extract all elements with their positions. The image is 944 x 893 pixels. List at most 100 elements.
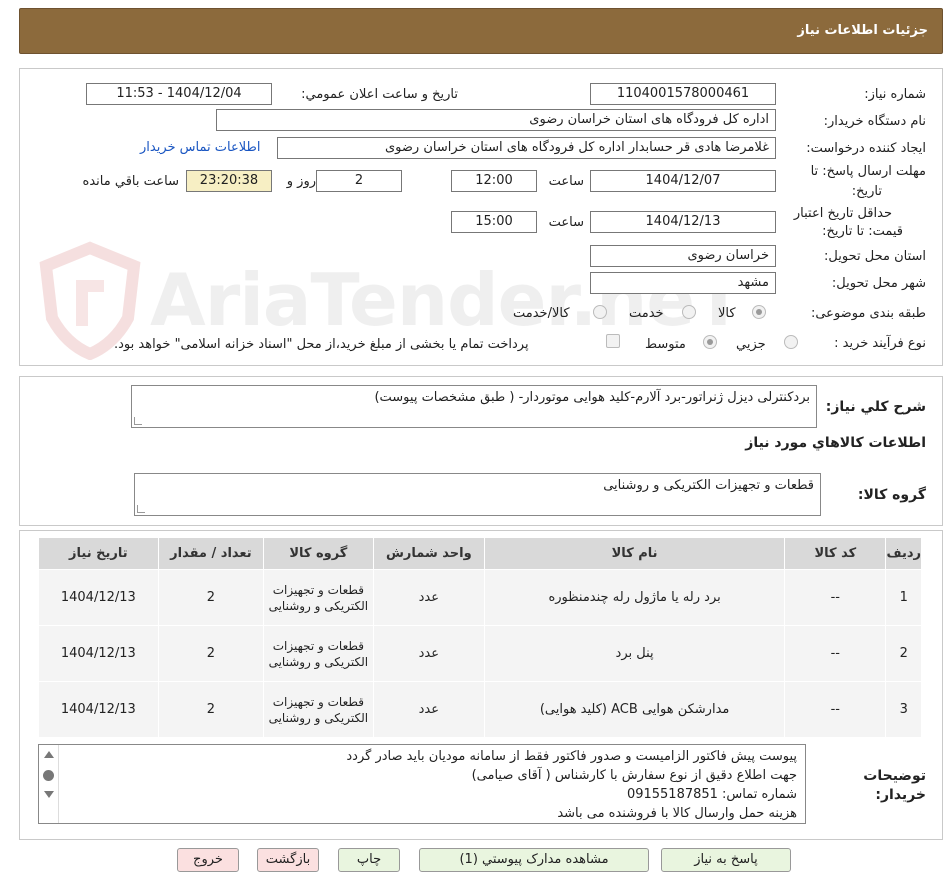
category-radio-goods[interactable] — [752, 305, 766, 319]
notes-label-1: توضیحات — [863, 768, 926, 784]
validity-label-2: قیمت: تا تاریخ: — [822, 224, 903, 239]
scroll-thumb-icon[interactable] — [43, 770, 54, 781]
page-header: جزئیات اطلاعات نیاز — [19, 8, 943, 54]
notes-line: شماره تماس: 09155187851 — [626, 787, 797, 802]
cell-row: 3 — [885, 681, 922, 738]
table-row: 2 -- پنل برد عدد قطعات و تجهیزات الکتریک… — [38, 625, 922, 682]
cell-qty: 2 — [157, 625, 265, 682]
page-title: جزئیات اطلاعات نیاز — [797, 23, 928, 38]
need-number-label: شماره نیاز: — [864, 87, 926, 102]
process-radio-minor[interactable] — [784, 335, 798, 349]
validity-time-label: ساعت — [548, 215, 584, 230]
cell-qty: 2 — [157, 681, 265, 738]
cell-unit: عدد — [372, 625, 486, 682]
deadline-time-label: ساعت — [548, 174, 584, 189]
treasury-payment-checkbox[interactable] — [606, 334, 620, 348]
category-radio-goods-service[interactable] — [593, 305, 607, 319]
cell-code: -- — [784, 569, 887, 626]
cell-date: 1404/12/13 — [38, 681, 159, 738]
col-group: گروه کالا — [263, 537, 374, 570]
deadline-date-field: 1404/12/07 — [590, 170, 776, 192]
goods-group-label: گروه کالا: — [857, 487, 926, 503]
buyer-label: نام دستگاه خریدار: — [823, 114, 926, 129]
category-label: طبقه بندی موضوعی: — [810, 306, 926, 321]
category-option-goods-service: کالا/خدمت — [513, 306, 570, 321]
buyer-contact-link[interactable]: اطلاعات تماس خریدار — [140, 140, 260, 155]
scroll-down-icon[interactable] — [44, 791, 54, 798]
city-label: شهر محل تحویل: — [831, 276, 926, 291]
cell-name: برد رله یا ماژول رله چندمنظوره — [484, 569, 786, 626]
col-row: ردیف — [885, 537, 922, 570]
cell-name: پنل برد — [484, 625, 786, 682]
table-header-row: ردیف کد کالا نام کالا واحد شمارش گروه کا… — [38, 537, 922, 570]
creator-label: ایجاد کننده درخواست: — [806, 141, 926, 156]
cell-group: قطعات و تجهیزات الکتریکی و روشنایی — [263, 569, 374, 626]
deadline-time-field: 12:00 — [451, 170, 537, 192]
notes-label-2: خریدار: — [875, 787, 926, 803]
notes-line: جهت اطلاع دقیق از نوع سفارش با کارشناس (… — [471, 768, 797, 783]
province-label: استان محل تحویل: — [824, 249, 926, 264]
cell-row: 1 — [885, 569, 922, 626]
items-table: ردیف کد کالا نام کالا واحد شمارش گروه کا… — [38, 537, 922, 738]
description-textarea: بردکنترلی دیزل ژنراتور-برد آلارم-کلید هو… — [131, 385, 817, 428]
cell-code: -- — [784, 681, 887, 738]
cell-group: قطعات و تجهیزات الکتریکی و روشنایی — [263, 625, 374, 682]
notes-line: هزینه حمل وارسال کالا با فروشنده می باشد — [557, 806, 797, 821]
cell-row: 2 — [885, 625, 922, 682]
cell-group: قطعات و تجهیزات الکتریکی و روشنایی — [263, 681, 374, 738]
goods-section-title: اطلاعات کالاهاي مورد نیاز — [745, 435, 926, 451]
deadline-label-2: تاریخ: — [851, 184, 882, 199]
resize-handle-icon[interactable] — [134, 417, 142, 425]
city-field: مشهد — [590, 272, 776, 294]
table-row: 1 -- برد رله یا ماژول رله چندمنظوره عدد … — [38, 569, 922, 626]
col-qty: تعداد / مقدار — [157, 537, 265, 570]
goods-group-text: قطعات و تجهیزات الکتریکی و روشنایی — [603, 478, 814, 493]
cell-date: 1404/12/13 — [38, 569, 159, 626]
deadline-label-1: مهلت ارسال پاسخ: تا — [810, 164, 926, 179]
print-button[interactable]: چاپ — [338, 848, 400, 872]
treasury-payment-note: پرداخت تمام یا بخشی از مبلغ خرید،از محل … — [114, 337, 529, 352]
creator-field: غلامرضا هادی قر حسابدار اداره کل فرودگاه… — [277, 137, 776, 159]
process-label: نوع فرآیند خرید : — [834, 336, 926, 351]
col-date: تاریخ نیاز — [38, 537, 159, 570]
cell-code: -- — [784, 625, 887, 682]
category-option-goods: کالا — [718, 306, 736, 321]
process-option-medium: متوسط — [645, 337, 686, 352]
remaining-time-field: 23:20:38 — [186, 170, 272, 192]
description-label: شرح کلي نیاز: — [825, 399, 926, 415]
goods-group-textarea: قطعات و تجهیزات الکتریکی و روشنایی — [134, 473, 821, 516]
province-field: خراسان رضوی — [590, 245, 776, 267]
col-unit: واحد شمارش — [372, 537, 486, 570]
cell-qty: 2 — [157, 569, 265, 626]
exit-button[interactable]: خروج — [177, 848, 239, 872]
buyer-field: اداره کل فرودگاه های استان خراسان رضوی — [216, 109, 776, 131]
reply-button[interactable]: پاسخ به نیاز — [661, 848, 791, 872]
cell-unit: عدد — [372, 569, 486, 626]
col-name: نام کالا — [484, 537, 786, 570]
table-row: 3 -- مدارشکن هوایی ACB (کلید هوایی) عدد … — [38, 681, 922, 738]
description-text: بردکنترلی دیزل ژنراتور-برد آلارم-کلید هو… — [374, 390, 810, 405]
cell-unit: عدد — [372, 681, 486, 738]
remaining-time-label: ساعت باقي مانده — [82, 174, 179, 189]
view-attachments-button[interactable]: مشاهده مدارک پیوستي (1) — [419, 848, 649, 872]
category-radio-service[interactable] — [682, 305, 696, 319]
announce-field: 1404/12/04 - 11:53 — [86, 83, 272, 105]
resize-handle-icon[interactable] — [137, 505, 145, 513]
validity-label-1: حداقل تاریخ اعتبار — [793, 206, 892, 221]
notes-scrollbar[interactable] — [39, 745, 59, 823]
cell-name: مدارشکن هوایی ACB (کلید هوایی) — [484, 681, 786, 738]
remaining-days-field: 2 — [316, 170, 402, 192]
notes-line: پیوست پیش فاکتور الزامیست و صدور فاکتور … — [346, 749, 797, 764]
days-label: روز و — [286, 174, 316, 189]
validity-date-field: 1404/12/13 — [590, 211, 776, 233]
buyer-notes-box: پیوست پیش فاکتور الزامیست و صدور فاکتور … — [38, 744, 806, 824]
scroll-up-icon[interactable] — [44, 751, 54, 758]
need-number-field: 1104001578000461 — [590, 83, 776, 105]
category-option-service: خدمت — [629, 306, 664, 321]
announce-label: تاریخ و ساعت اعلان عمومي: — [301, 87, 458, 102]
col-code: کد کالا — [784, 537, 887, 570]
back-button[interactable]: بازگشت — [257, 848, 319, 872]
process-radio-medium[interactable] — [703, 335, 717, 349]
process-option-minor: جزیي — [736, 337, 766, 352]
validity-time-field: 15:00 — [451, 211, 537, 233]
